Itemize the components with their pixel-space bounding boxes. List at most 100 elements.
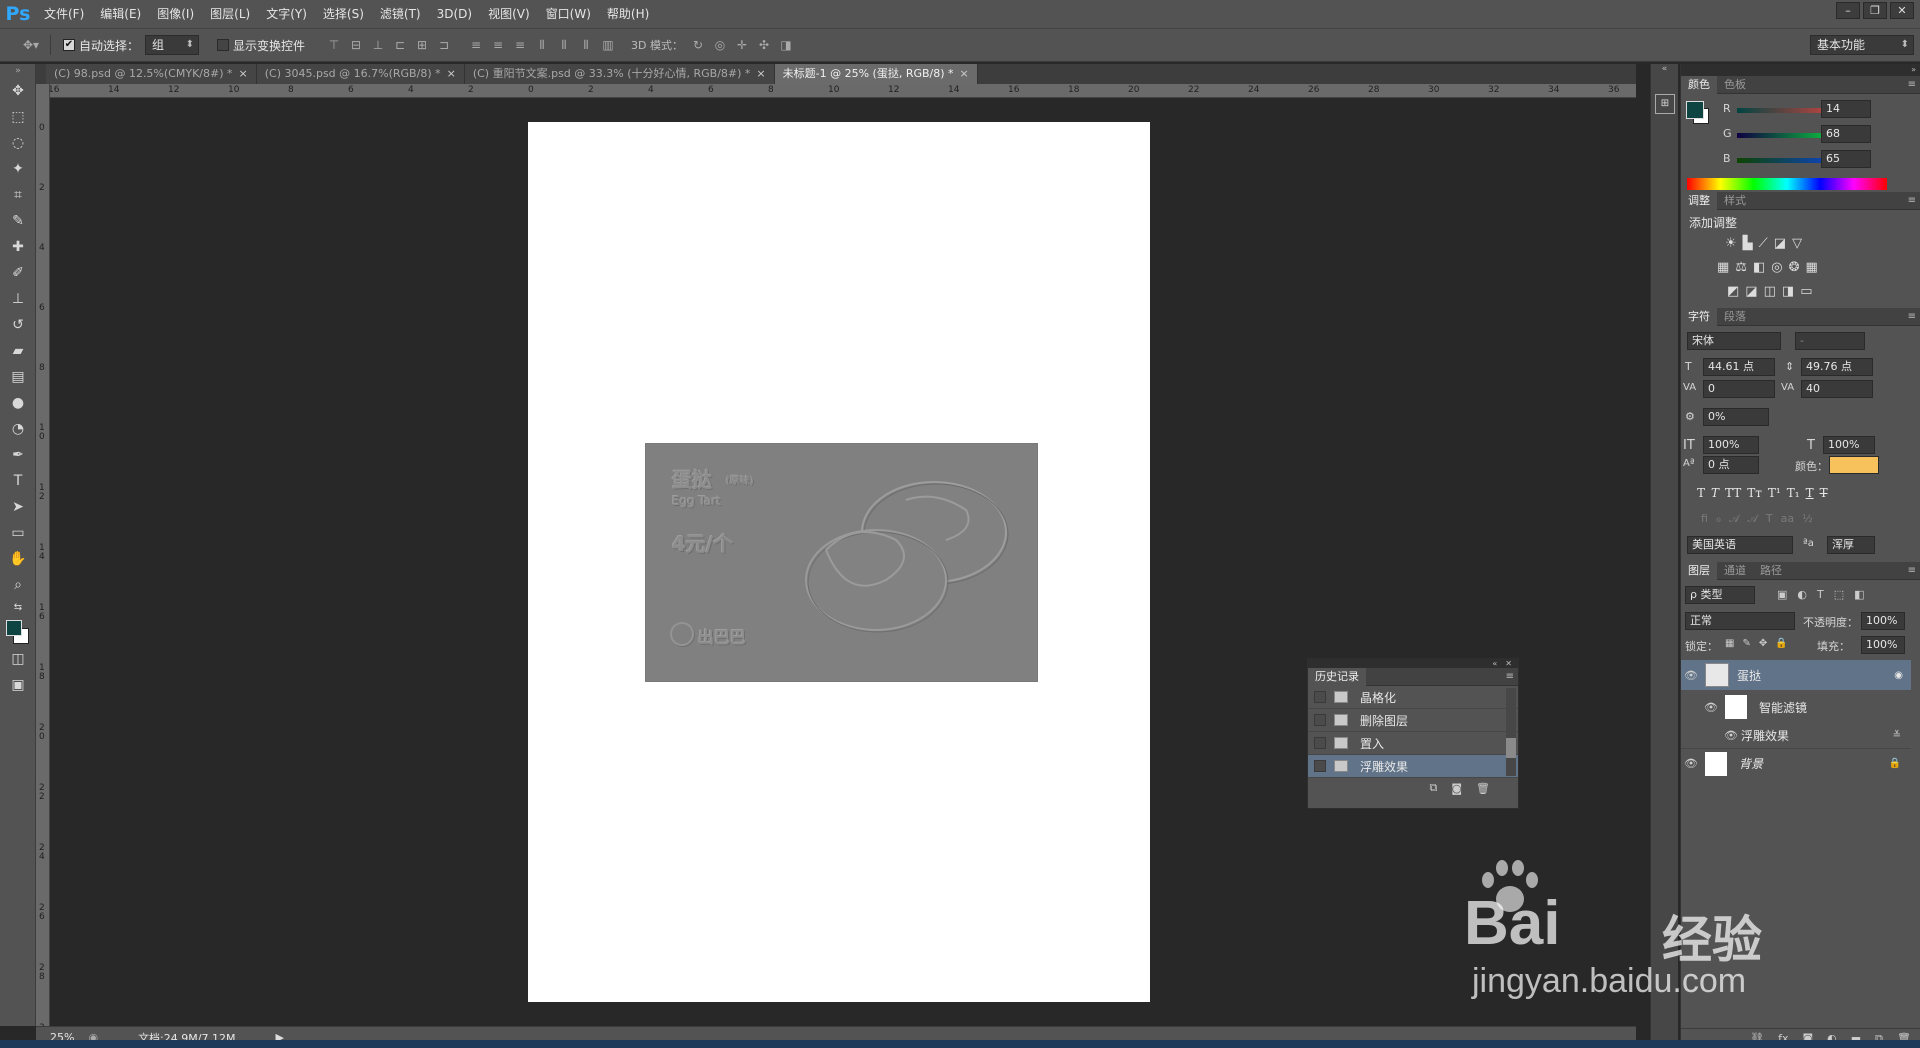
curves-icon[interactable]: ⟋: [1759, 236, 1768, 251]
minimize-button[interactable]: –: [1836, 2, 1860, 19]
history-item[interactable]: 晶格化: [1308, 686, 1518, 709]
healing-brush-tool-icon[interactable]: ✚: [0, 234, 36, 260]
snapshot-camera-icon[interactable]: ◙: [1451, 782, 1462, 795]
hue-saturation-icon[interactable]: ▦: [1717, 260, 1729, 275]
tab-layers[interactable]: 图层: [1681, 561, 1717, 580]
align-vcenter-icon[interactable]: ⊟: [347, 36, 365, 54]
pixel-filter-icon[interactable]: ▣: [1777, 588, 1787, 601]
type-tool-icon[interactable]: T: [0, 468, 36, 494]
auto-align-icon[interactable]: ▥: [599, 36, 617, 54]
tab-channels[interactable]: 通道: [1717, 562, 1753, 580]
faux-italic-button[interactable]: T: [1711, 486, 1719, 500]
anti-alias-dropdown[interactable]: 浑厚: [1827, 536, 1875, 554]
language-dropdown[interactable]: 美国英语: [1687, 536, 1793, 554]
superscript-button[interactable]: T¹: [1768, 486, 1781, 500]
visibility-eye-icon[interactable]: 👁: [1721, 729, 1741, 742]
collapse-icon[interactable]: «: [1492, 659, 1497, 668]
tab-document-3[interactable]: (C) 重阳节文案.psd @ 33.3% (十分好心情, RGB/8#) * ×: [464, 64, 775, 84]
show-transform-checkbox[interactable]: [217, 39, 230, 51]
blur-tool-icon[interactable]: ●: [0, 390, 36, 416]
invert-icon[interactable]: ◩: [1727, 284, 1739, 299]
font-family-dropdown[interactable]: 宋体: [1687, 332, 1781, 350]
pen-tool-icon[interactable]: ✒: [0, 442, 36, 468]
tab-color[interactable]: 颜色: [1681, 75, 1717, 94]
vibrance-icon[interactable]: ▽: [1792, 236, 1802, 251]
history-item[interactable]: 置入: [1308, 732, 1518, 755]
old-style-icon[interactable]: ℴ: [1716, 512, 1721, 526]
titling-icon[interactable]: T: [1766, 512, 1773, 526]
tab-swatches[interactable]: 色板: [1717, 76, 1753, 94]
restore-button[interactable]: ❐: [1863, 2, 1887, 19]
strikethrough-button[interactable]: T: [1820, 486, 1828, 500]
font-size-field[interactable]: 44.61 点: [1703, 358, 1775, 376]
tab-close-icon[interactable]: ×: [447, 67, 456, 80]
type-filter-icon[interactable]: T: [1817, 588, 1824, 601]
channel-mixer-icon[interactable]: ❂: [1789, 260, 1800, 275]
distribute-hcenter-icon[interactable]: ⫴: [555, 36, 573, 54]
screen-mode-icon[interactable]: ▣: [0, 672, 36, 698]
align-left-icon[interactable]: ⊏: [391, 36, 409, 54]
auto-select-dropdown[interactable]: 组: [145, 35, 200, 55]
workspace-dropdown[interactable]: 基本功能: [1810, 35, 1914, 55]
posterize-icon[interactable]: ◪: [1745, 284, 1757, 299]
kerning-field[interactable]: 0: [1703, 380, 1775, 398]
tab-close-icon[interactable]: ×: [239, 67, 248, 80]
black-white-icon[interactable]: ◧: [1753, 260, 1765, 275]
tab-adjustments[interactable]: 调整: [1681, 191, 1717, 210]
dock-collapse-icon[interactable]: «: [1651, 64, 1678, 78]
history-source-box[interactable]: [1314, 714, 1326, 726]
menu-type[interactable]: 文字(Y): [258, 0, 315, 28]
lasso-tool-icon[interactable]: ◌: [0, 130, 36, 156]
tab-document-active[interactable]: 未标题-1 @ 25% (蛋挞, RGB/8) * ×: [774, 64, 978, 84]
history-item[interactable]: 删除图层: [1308, 709, 1518, 732]
history-brush-tool-icon[interactable]: ↺: [0, 312, 36, 338]
font-style-dropdown[interactable]: -: [1795, 332, 1865, 350]
adjustment-filter-icon[interactable]: ◐: [1797, 588, 1807, 601]
zoom-tool-icon[interactable]: ⌕: [0, 572, 36, 598]
lock-pixels-icon[interactable]: ✎: [1742, 638, 1750, 649]
visibility-eye-icon[interactable]: 👁: [1701, 701, 1721, 714]
swash-icon[interactable]: 𝒜: [1729, 512, 1739, 526]
tab-paths[interactable]: 路径: [1753, 562, 1789, 580]
lock-position-icon[interactable]: ✥: [1759, 638, 1767, 649]
os-taskbar[interactable]: [0, 1040, 1920, 1048]
shape-filter-icon[interactable]: ⬚: [1834, 588, 1844, 601]
tab-history[interactable]: 历史记录: [1308, 667, 1366, 686]
menu-file[interactable]: 文件(F): [36, 0, 92, 28]
panel-menu-icon[interactable]: ≡: [1908, 195, 1916, 206]
color-spectrum-bar[interactable]: [1687, 178, 1887, 190]
color-lookup-icon[interactable]: ▦: [1806, 260, 1818, 275]
color-balance-icon[interactable]: ⚖: [1735, 260, 1747, 275]
path-selection-tool-icon[interactable]: ➤: [0, 494, 36, 520]
visibility-eye-icon[interactable]: 👁: [1681, 669, 1701, 682]
history-source-box[interactable]: [1314, 737, 1326, 749]
history-item-active[interactable]: 浮雕效果: [1308, 755, 1518, 778]
layer-row[interactable]: 👁 背景 🔒: [1681, 748, 1911, 778]
menu-edit[interactable]: 编辑(E): [92, 0, 149, 28]
menu-select[interactable]: 选择(S): [315, 0, 372, 28]
faux-bold-button[interactable]: T: [1697, 486, 1705, 500]
distribute-vcenter-icon[interactable]: ≡: [489, 36, 507, 54]
tab-close-icon[interactable]: ×: [960, 67, 969, 80]
exposure-icon[interactable]: ◪: [1774, 236, 1786, 251]
all-caps-button[interactable]: TT: [1725, 486, 1741, 500]
foreground-color-swatch[interactable]: [6, 620, 22, 636]
quick-mask-icon[interactable]: ◫: [0, 646, 36, 672]
crop-tool-icon[interactable]: ⌗: [0, 182, 36, 208]
menu-3d[interactable]: 3D(D): [429, 0, 480, 28]
r-value-field[interactable]: 14: [1821, 100, 1871, 118]
menu-window[interactable]: 窗口(W): [538, 0, 599, 28]
align-top-icon[interactable]: ⊤: [325, 36, 343, 54]
lock-transparency-icon[interactable]: ▦: [1725, 638, 1734, 649]
toolbar-collapse-icon[interactable]: »: [0, 64, 36, 78]
selective-color-icon[interactable]: ◨: [1782, 284, 1794, 299]
menu-help[interactable]: 帮助(H): [599, 0, 657, 28]
embossed-layer[interactable]: 蛋挞 (原味) Egg Tart 4元/个 出巴巴: [645, 443, 1038, 682]
auto-select-option[interactable]: ✔ 自动选择：: [63, 37, 139, 54]
smart-object-filter-icon[interactable]: ◧: [1854, 588, 1864, 601]
trash-icon[interactable]: 🗑: [1476, 782, 1490, 795]
move-tool-preset-icon[interactable]: ✥▾: [18, 36, 44, 54]
menu-view[interactable]: 视图(V): [480, 0, 538, 28]
horizontal-scale-field[interactable]: 100%: [1823, 436, 1875, 454]
3d-roll-icon[interactable]: ◎: [711, 36, 729, 54]
